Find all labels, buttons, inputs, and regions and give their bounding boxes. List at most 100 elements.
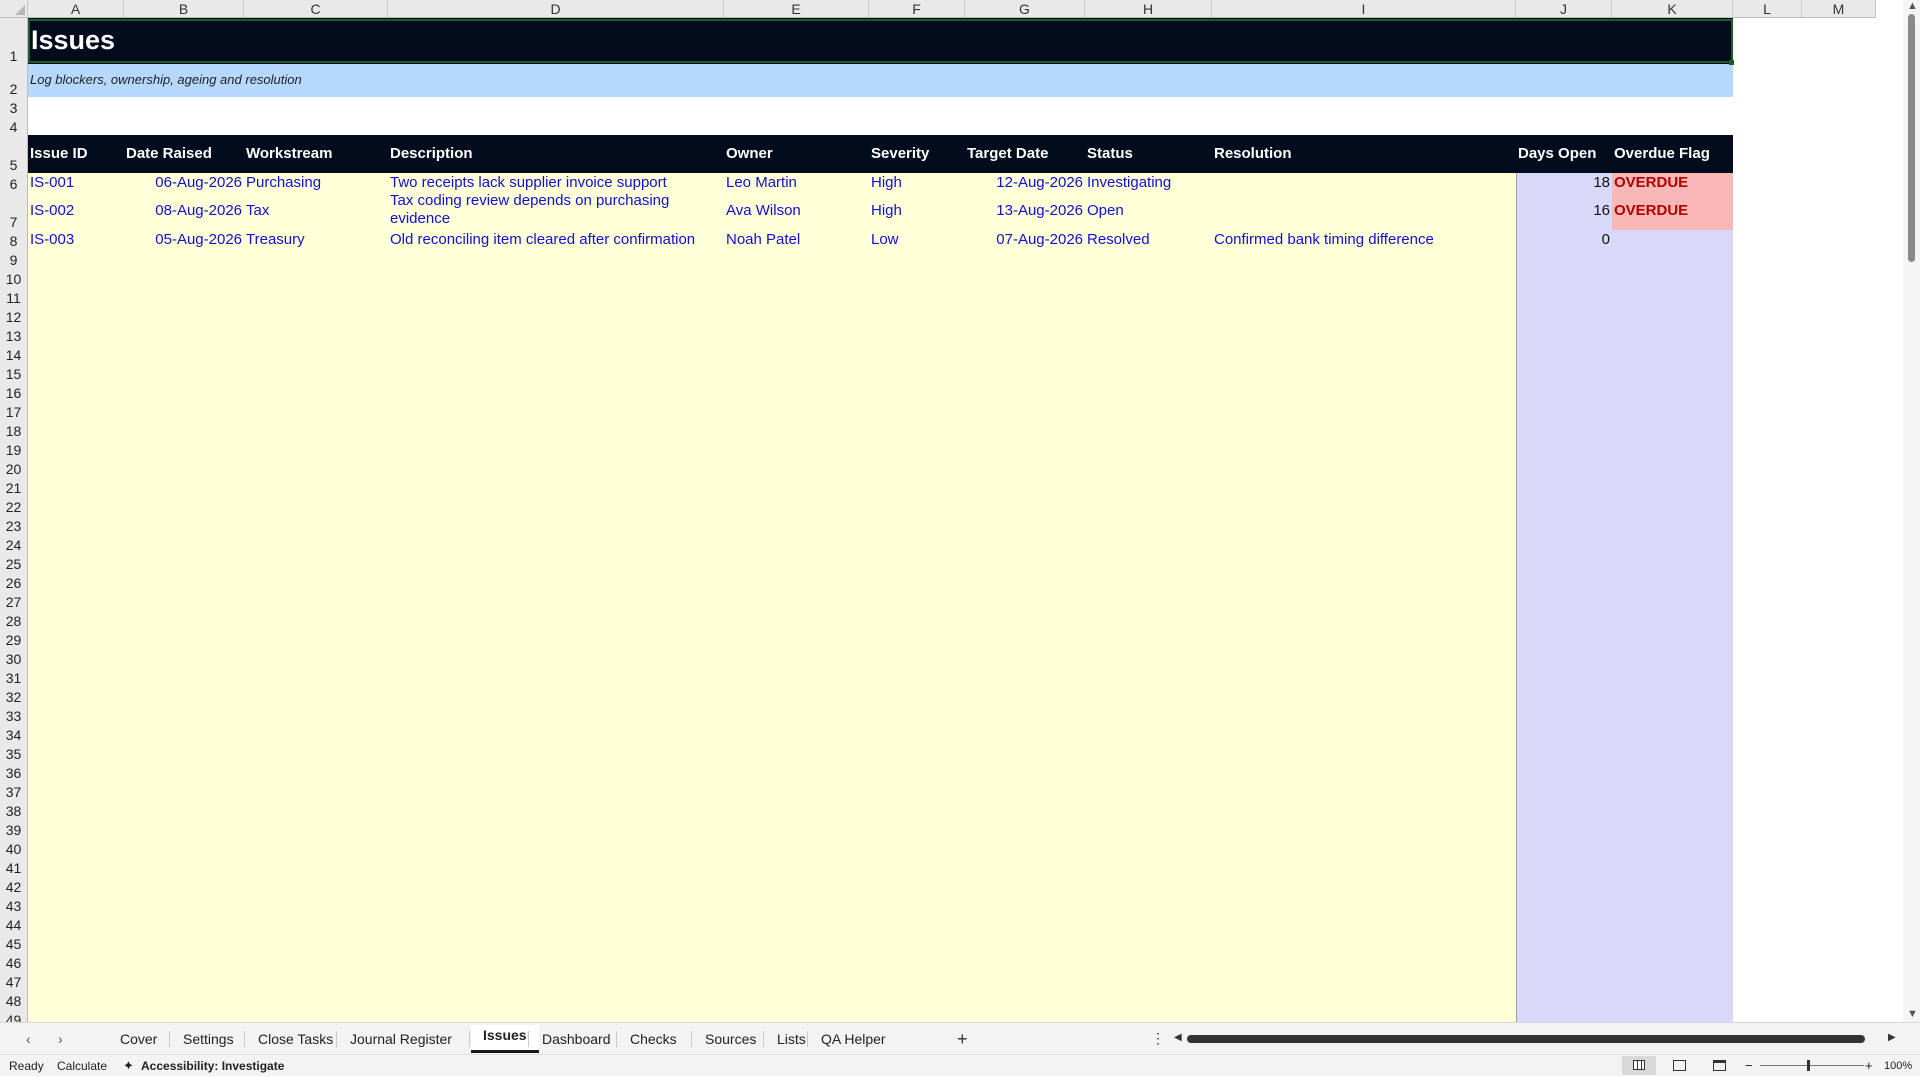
select-all-corner[interactable] — [0, 0, 28, 18]
row-header-34[interactable]: 34 — [0, 724, 28, 743]
row-header-5[interactable]: 5 — [0, 135, 28, 173]
issue-id-cell[interactable]: IS-001 — [28, 173, 76, 192]
horizontal-scroll-thumb[interactable] — [1187, 1035, 1865, 1043]
row-header-44[interactable]: 44 — [0, 914, 28, 933]
description-cell[interactable]: Old reconciling item cleared after confi… — [388, 230, 697, 249]
row-header-7[interactable]: 7 — [0, 192, 28, 230]
tab-settings[interactable]: Settings — [171, 1027, 246, 1051]
workstream-cell[interactable]: Tax — [244, 201, 271, 220]
severity-cell[interactable]: High — [869, 201, 904, 220]
row-header-8[interactable]: 8 — [0, 230, 28, 249]
owner-cell[interactable]: Ava Wilson — [724, 201, 803, 220]
row-header-21[interactable]: 21 — [0, 477, 28, 496]
zoom-slider-thumb[interactable] — [1807, 1060, 1810, 1071]
row-header-12[interactable]: 12 — [0, 306, 28, 325]
zoom-slider[interactable] — [1760, 1065, 1864, 1066]
row-header-25[interactable]: 25 — [0, 553, 28, 572]
row-header-49[interactable]: 49 — [0, 1009, 28, 1022]
row-header-43[interactable]: 43 — [0, 895, 28, 914]
tab-checks[interactable]: Checks — [618, 1027, 689, 1051]
row-header-32[interactable]: 32 — [0, 686, 28, 705]
row-header-22[interactable]: 22 — [0, 496, 28, 515]
date-raised-cell[interactable]: 06-Aug-2026 — [124, 173, 244, 192]
row-header-29[interactable]: 29 — [0, 629, 28, 648]
target-date-cell[interactable]: 12-Aug-2026 — [965, 173, 1085, 192]
column-header-b[interactable]: B — [124, 0, 244, 18]
column-header-c[interactable]: C — [244, 0, 388, 18]
row-header-17[interactable]: 17 — [0, 401, 28, 420]
row-header-9[interactable]: 9 — [0, 249, 28, 268]
row-header-11[interactable]: 11 — [0, 287, 28, 306]
overdue-flag-cell[interactable]: OVERDUE — [1612, 173, 1690, 192]
accessibility-icon[interactable]: ✦ — [123, 1055, 134, 1077]
vertical-scrollbar[interactable]: ▲ ▼ — [1903, 0, 1920, 1022]
row-header-40[interactable]: 40 — [0, 838, 28, 857]
header-owner[interactable]: Owner — [724, 144, 773, 164]
column-header-l[interactable]: L — [1733, 0, 1802, 18]
date-raised-cell[interactable]: 08-Aug-2026 — [124, 201, 244, 220]
row-header-28[interactable]: 28 — [0, 610, 28, 629]
row-header-37[interactable]: 37 — [0, 781, 28, 800]
severity-cell[interactable]: Low — [869, 230, 901, 249]
new-sheet-plus-icon[interactable]: + — [957, 1029, 968, 1050]
row-header-48[interactable]: 48 — [0, 990, 28, 1009]
hscroll-right-icon[interactable]: ▶ — [1888, 1032, 1896, 1043]
row-header-13[interactable]: 13 — [0, 325, 28, 344]
row-header-24[interactable]: 24 — [0, 534, 28, 553]
column-header-h[interactable]: H — [1085, 0, 1212, 18]
row-header-26[interactable]: 26 — [0, 572, 28, 591]
column-header-j[interactable]: J — [1516, 0, 1612, 18]
vertical-scroll-thumb[interactable] — [1908, 14, 1915, 262]
hscroll-left-icon[interactable]: ◀ — [1174, 1032, 1182, 1043]
status-calculate[interactable]: Calculate — [57, 1055, 107, 1077]
status-cell[interactable]: Resolved — [1085, 230, 1152, 249]
row-header-46[interactable]: 46 — [0, 952, 28, 971]
status-accessibility[interactable]: Accessibility: Investigate — [141, 1055, 284, 1077]
header-resolution[interactable]: Resolution — [1212, 144, 1292, 164]
row-header-4[interactable]: 4 — [0, 116, 28, 135]
description-cell[interactable]: Two receipts lack supplier invoice suppo… — [388, 173, 669, 192]
workstream-cell[interactable]: Purchasing — [244, 173, 323, 192]
resolution-cell[interactable]: Confirmed bank timing difference — [1212, 230, 1436, 249]
header-workstream[interactable]: Workstream — [244, 144, 332, 164]
workstream-cell[interactable]: Treasury — [244, 230, 307, 249]
zoom-level[interactable]: 100% — [1884, 1055, 1912, 1077]
row-header-1[interactable]: 1 — [0, 18, 28, 64]
row-header-20[interactable]: 20 — [0, 458, 28, 477]
zoom-out-icon[interactable]: − — [1745, 1055, 1753, 1077]
row-header-6[interactable]: 6 — [0, 173, 28, 192]
scroll-up-icon[interactable]: ▲ — [1907, 0, 1918, 12]
tab-cover[interactable]: Cover — [108, 1027, 169, 1051]
page-layout-view-icon[interactable] — [1673, 1060, 1686, 1071]
status-cell[interactable]: Investigating — [1085, 173, 1173, 192]
column-header-m[interactable]: M — [1802, 0, 1876, 18]
days-open-cell[interactable]: 16 — [1516, 201, 1612, 220]
row-header-2[interactable]: 2 — [0, 64, 28, 97]
tab-dashboard[interactable]: Dashboard — [530, 1027, 623, 1051]
tab-close-tasks[interactable]: Close Tasks — [246, 1027, 345, 1051]
row-header-35[interactable]: 35 — [0, 743, 28, 762]
issue-id-cell[interactable]: IS-002 — [28, 201, 76, 220]
days-open-cell[interactable]: 0 — [1516, 230, 1612, 249]
issue-id-cell[interactable]: IS-003 — [28, 230, 76, 249]
sheet-subtitle[interactable]: Log blockers, ownership, ageing and reso… — [28, 66, 302, 94]
page-break-view-icon[interactable] — [1713, 1060, 1726, 1071]
fill-handle[interactable] — [1729, 60, 1734, 65]
tab-sources[interactable]: Sources — [693, 1027, 768, 1051]
header-issue-id[interactable]: Issue ID — [28, 144, 88, 164]
row-header-3[interactable]: 3 — [0, 97, 28, 116]
overdue-flag-cell[interactable]: OVERDUE — [1612, 201, 1690, 220]
row-header-41[interactable]: 41 — [0, 857, 28, 876]
row-header-33[interactable]: 33 — [0, 705, 28, 724]
row-header-47[interactable]: 47 — [0, 971, 28, 990]
tab-qa-helper[interactable]: QA Helper — [809, 1027, 898, 1051]
target-date-cell[interactable]: 07-Aug-2026 — [965, 230, 1085, 249]
owner-cell[interactable]: Noah Patel — [724, 230, 802, 249]
status-cell[interactable]: Open — [1085, 201, 1126, 220]
header-date-raised[interactable]: Date Raised — [124, 144, 212, 164]
zoom-in-icon[interactable]: + — [1865, 1055, 1873, 1077]
column-header-e[interactable]: E — [724, 0, 869, 18]
row-header-36[interactable]: 36 — [0, 762, 28, 781]
column-header-d[interactable]: D — [388, 0, 724, 18]
tab-scroll-left-icon[interactable]: ‹ — [26, 1031, 31, 1047]
